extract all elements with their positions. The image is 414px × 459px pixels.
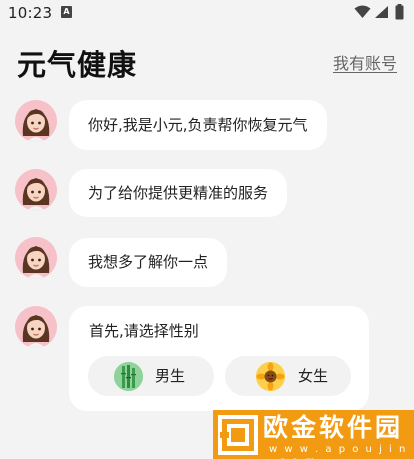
bamboo-icon [114, 362, 143, 391]
watermark-text: 欧金软件园 [263, 413, 404, 442]
battery-icon [395, 4, 404, 20]
watermark: 欧金软件园 w w w . a p o u j i n . c o m [213, 410, 414, 459]
have-account-link[interactable]: 我有账号 [333, 50, 397, 74]
assistant-avatar [15, 237, 57, 279]
male-option-button[interactable]: 男生 [88, 356, 214, 396]
wifi-icon [354, 5, 371, 18]
page-title: 元气健康 [17, 48, 138, 82]
chat-message: 为了给你提供更精准的服务 [69, 169, 288, 217]
status-bar: 10:23 A [0, 0, 414, 26]
female-option-label: 女生 [298, 367, 329, 385]
assistant-avatar [15, 100, 57, 142]
gender-question-card: 首先,请选择性别 男生 女生 [69, 306, 369, 411]
chat-message: 首先,请选择性别 [89, 322, 199, 340]
notification-a-icon: A [61, 6, 72, 18]
avatar-girl-icon [15, 169, 57, 211]
avatar-girl-icon [15, 100, 57, 142]
watermark-url: w w w . a p o u j i n . c o m [269, 444, 408, 459]
status-time: 10:23 [8, 4, 53, 22]
watermark-logo-icon [218, 415, 258, 455]
female-option-button[interactable]: 女生 [225, 356, 351, 396]
avatar-girl-icon [15, 237, 57, 279]
assistant-avatar [15, 306, 57, 348]
sunflower-icon [256, 362, 285, 391]
signal-icon [375, 6, 388, 18]
chat-message: 你好,我是小元,负责帮你恢复元气 [69, 100, 327, 150]
avatar-girl-icon [15, 306, 57, 348]
male-option-label: 男生 [155, 367, 186, 385]
chat-message: 我想多了解你一点 [69, 238, 228, 287]
assistant-avatar [15, 169, 57, 211]
